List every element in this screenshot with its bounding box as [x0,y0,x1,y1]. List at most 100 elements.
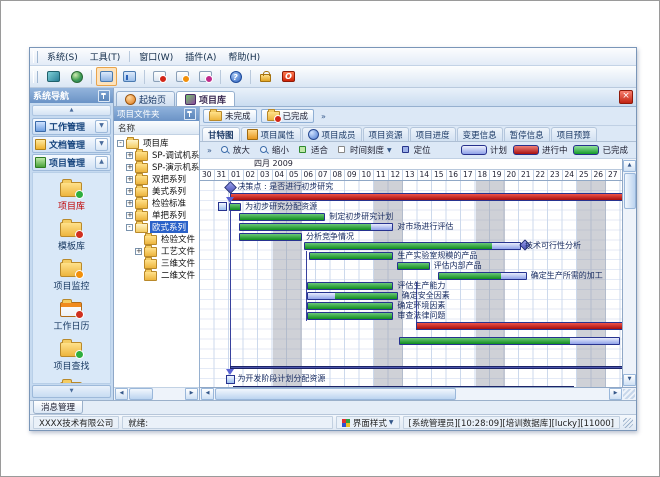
tree-item-1[interactable]: +SP-调试机系 [114,149,199,161]
gantt-tab-6[interactable]: 暂停信息 [504,127,550,141]
expand-icon[interactable]: + [126,200,133,207]
expand-icon[interactable]: + [126,164,133,171]
chevron-down-icon[interactable]: ▼ [95,120,108,133]
sidebar-group-1[interactable]: 文档管理▼ [32,136,111,153]
task-bar[interactable] [397,262,429,270]
expand-icon[interactable]: + [126,152,133,159]
filter-incomplete-button[interactable]: 未完成 [203,109,257,123]
task-bar[interactable] [239,223,393,231]
scroll-right-icon[interactable]: ▶ [185,388,198,400]
task-bar[interactable] [399,337,620,345]
task-bar[interactable] [304,242,521,250]
tree-item-6[interactable]: +单把系列 [114,209,199,221]
pin-icon[interactable] [184,108,196,120]
task-bar[interactable] [307,302,393,310]
tree-item-4[interactable]: +美式系列 [114,185,199,197]
nav-scroll-down[interactable]: ▼ [32,385,111,398]
filter-overflow-chevron-icon[interactable]: » [318,112,329,121]
collapse-icon[interactable]: - [126,224,133,231]
nav-scroll-up[interactable]: ▲ [32,105,111,116]
tree-hscrollbar[interactable]: ◀ ▶ [114,387,199,400]
menu-grip[interactable] [33,51,38,63]
tree-column-header[interactable]: 名称 [114,121,199,135]
menu-item-0[interactable]: 系统(S) [41,49,84,64]
tree-item-11[interactable]: 二维文件 [114,269,199,281]
task-bar[interactable] [438,272,527,280]
close-tab-button[interactable]: × [619,90,633,104]
collapse-icon[interactable]: - [117,140,124,147]
menu-item-4[interactable]: 帮助(H) [222,49,266,64]
tool-3-button[interactable]: 时间刻度▼ [335,143,395,157]
scroll-up-icon[interactable]: ▲ [623,160,636,172]
report-orange-icon-button[interactable] [172,67,193,86]
sidebar-item-0[interactable]: 项目库 [58,178,85,212]
scroll-right-icon[interactable]: ▶ [609,388,622,400]
toolbar-grip[interactable] [33,71,38,83]
gantt-vscrollbar[interactable]: ▲ ▼ [622,159,636,387]
tree-item-7[interactable]: -欧式系列 [114,221,199,233]
gantt-tab-4[interactable]: 项目进度 [410,127,456,141]
tree-item-10[interactable]: 三维文件 [114,257,199,269]
gantt-vscroll-thumb[interactable] [624,173,636,209]
doc-tab-0[interactable]: 起始页 [116,91,175,106]
expand-icon[interactable]: + [126,212,133,219]
project-chart-icon-button[interactable] [119,67,140,86]
task-bar[interactable] [307,282,393,290]
scroll-left-icon[interactable]: ◀ [115,388,128,400]
tree-item-2[interactable]: +SP-演示机系 [114,161,199,173]
gantt-tab-3[interactable]: 项目资源 [363,127,409,141]
gantt-tab-5[interactable]: 变更信息 [457,127,503,141]
window-resize-grip-icon[interactable] [623,418,633,428]
expand-icon[interactable]: + [135,248,142,255]
tree-item-3[interactable]: +双把系列 [114,173,199,185]
tree-hscroll-thumb[interactable] [129,388,153,400]
resize-grip[interactable] [623,389,635,399]
interface-style-button[interactable]: 界面样式 ▼ [336,416,400,429]
milestone-diamond[interactable] [225,181,238,194]
tree-item-8[interactable]: 检验文件 [114,233,199,245]
report-red-icon-button[interactable] [149,67,170,86]
tool-2-button[interactable]: 适合 [296,143,331,157]
doc-tab-1[interactable]: 项目库 [176,91,235,106]
tree-item-9[interactable]: +工艺文件 [114,245,199,257]
gantt-tab-1[interactable]: 项目属性 [241,127,301,141]
gantt-tab-7[interactable]: 项目预算 [551,127,597,141]
menu-item-3[interactable]: 插件(A) [179,49,222,64]
task-bar[interactable] [229,203,241,211]
expand-icon[interactable]: + [126,176,133,183]
help-icon-button[interactable] [225,67,246,86]
power-icon-button[interactable] [278,67,299,86]
menu-item-1[interactable]: 工具(T) [84,49,127,64]
chevron-down-icon[interactable]: ▼ [95,138,108,151]
task-bar[interactable] [309,252,394,260]
tree-item-5[interactable]: +检验标准 [114,197,199,209]
scroll-left-icon[interactable]: ◀ [201,388,214,400]
sidebar-group-2[interactable]: 项目管理▲ [32,154,111,171]
chevron-up-icon[interactable]: ▲ [95,156,108,169]
sidebar-item-5[interactable]: 任务查找 [53,378,89,384]
open-project-icon-button[interactable] [96,67,117,86]
gantt-chart[interactable]: 决策点 : 是否进行初步研究为初步研究分配资源制定初步研究计划对市场进行评估分析… [200,181,622,387]
sidebar-group-0[interactable]: 工作管理▼ [32,118,111,135]
sidebar-item-3[interactable]: 工作日历 [53,298,89,332]
tree-item-0[interactable]: -项目库 [114,137,199,149]
tool-0-button[interactable]: 放大 [218,143,253,157]
task-bar[interactable] [307,292,397,300]
sidebar-item-4[interactable]: 项目查找 [53,338,89,372]
task-bar[interactable] [307,312,393,320]
tool-1-button[interactable]: 缩小 [257,143,292,157]
toolbar-overflow-chevron-icon[interactable]: » [204,146,215,155]
globe-icon-button[interactable] [66,67,87,86]
lock-icon-button[interactable] [255,67,276,86]
screen-icon-button[interactable] [43,67,64,86]
tool-4-button[interactable]: 定位 [399,143,434,157]
scroll-down-icon[interactable]: ▼ [623,374,636,386]
menu-item-2[interactable]: 窗口(W) [133,49,179,64]
task-bar[interactable] [416,322,622,330]
filter-complete-button[interactable]: 已完成 [261,109,315,123]
tab-message-management[interactable]: 消息管理 [33,401,83,414]
task-bar[interactable] [230,193,622,201]
report-pink-icon-button[interactable] [195,67,216,86]
gantt-hscroll-thumb[interactable] [215,388,456,400]
gantt-tab-2[interactable]: 项目成员 [302,127,362,141]
